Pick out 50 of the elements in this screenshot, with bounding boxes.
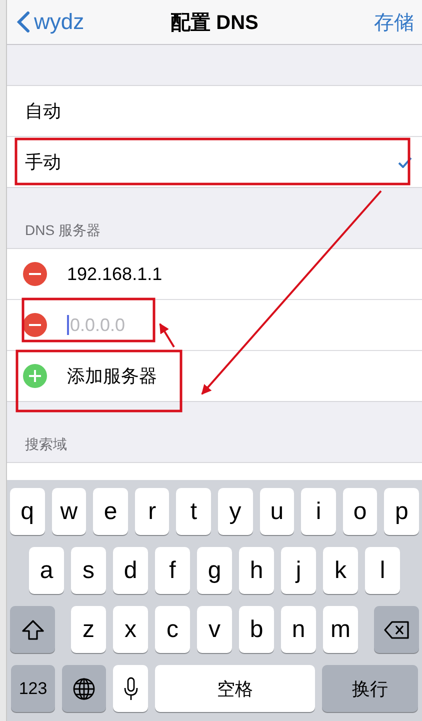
delete-icon bbox=[384, 620, 410, 638]
key[interactable]: z bbox=[71, 606, 106, 653]
key[interactable]: n bbox=[281, 606, 316, 653]
key[interactable]: j bbox=[281, 547, 316, 594]
back-chevron-icon bbox=[17, 11, 30, 33]
key[interactable]: e bbox=[93, 488, 128, 535]
key[interactable]: x bbox=[113, 606, 148, 653]
shift-key[interactable] bbox=[10, 606, 55, 653]
microphone-icon bbox=[124, 676, 138, 700]
space-key[interactable]: 空格 bbox=[155, 665, 315, 712]
return-key[interactable]: 换行 bbox=[322, 665, 418, 712]
key[interactable]: h bbox=[239, 547, 274, 594]
key[interactable]: u bbox=[260, 488, 294, 535]
key[interactable]: i bbox=[301, 488, 336, 535]
microphone-key[interactable] bbox=[113, 665, 148, 712]
option-row[interactable]: 自动 bbox=[7, 86, 422, 137]
remove-icon[interactable] bbox=[23, 262, 47, 286]
key[interactable]: f bbox=[155, 547, 190, 594]
section-header: DNS 服务器 bbox=[24, 221, 102, 240]
key[interactable]: r bbox=[134, 488, 170, 535]
key[interactable]: k bbox=[323, 547, 358, 594]
key[interactable]: b bbox=[239, 606, 274, 653]
arrow bbox=[159, 323, 175, 348]
screen-title: 配置 DNS bbox=[170, 10, 258, 36]
remove-icon[interactable] bbox=[23, 313, 47, 337]
add-server-label[interactable]: 添加服务器 bbox=[67, 364, 157, 388]
key[interactable]: d bbox=[113, 547, 148, 594]
key[interactable]: o bbox=[342, 488, 378, 535]
key[interactable]: v bbox=[197, 606, 232, 653]
key[interactable]: l bbox=[365, 547, 400, 594]
globe-key[interactable] bbox=[62, 665, 106, 712]
key[interactable]: s bbox=[71, 547, 106, 594]
section-header: 搜索域 bbox=[24, 435, 68, 454]
key[interactable]: w bbox=[52, 488, 86, 535]
key[interactable]: p bbox=[384, 488, 419, 535]
key[interactable]: t bbox=[176, 488, 211, 535]
key[interactable]: a bbox=[29, 547, 64, 594]
key[interactable]: c bbox=[155, 606, 190, 653]
input-field[interactable]: 192.168.1.1 bbox=[67, 264, 162, 284]
key[interactable]: q bbox=[10, 488, 45, 535]
key[interactable]: g bbox=[197, 547, 232, 594]
back-button[interactable]: wydz bbox=[17, 9, 84, 35]
shift-arrow-icon bbox=[22, 620, 44, 640]
key[interactable]: y bbox=[218, 488, 253, 535]
numbers-key[interactable]: 123 bbox=[11, 665, 55, 712]
option-row[interactable]: 手动 bbox=[7, 137, 422, 187]
delete-key[interactable] bbox=[374, 606, 419, 653]
save-button[interactable]: 存储 bbox=[374, 8, 414, 36]
globe-icon bbox=[73, 678, 95, 700]
key[interactable]: m bbox=[323, 606, 358, 653]
